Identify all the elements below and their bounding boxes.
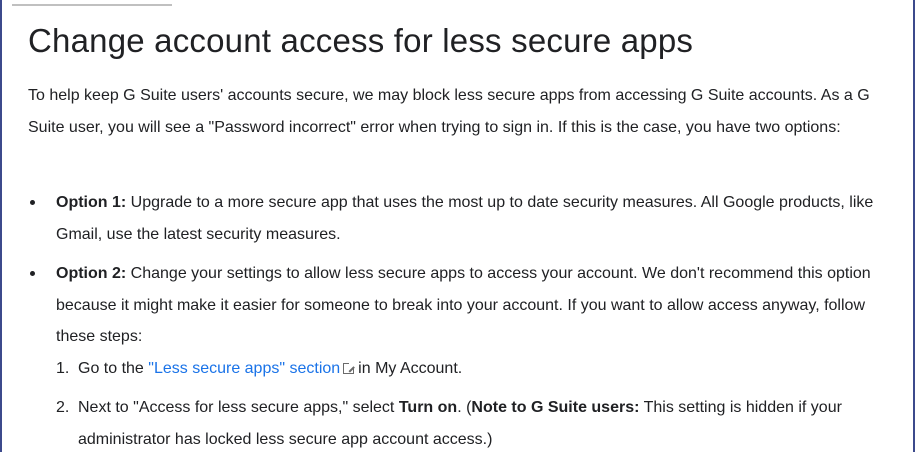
option-2-label: Option 2: xyxy=(56,265,127,282)
cut-off-text-fragment xyxy=(12,0,172,8)
intro-paragraph: To help keep G Suite users' accounts sec… xyxy=(28,87,870,136)
step-2-item: 2. Next to "Access for less secure apps,… xyxy=(56,392,903,455)
external-link-icon[interactable] xyxy=(343,361,356,374)
turn-on-label: Turn on xyxy=(398,399,458,416)
less-secure-apps-link[interactable]: "Less secure apps" section xyxy=(148,360,340,377)
step-2-text-before: Next to "Access for less secure apps," s… xyxy=(78,399,399,416)
page-title: Change account access for less secure ap… xyxy=(28,22,694,59)
step-1-text-before: Go to the xyxy=(78,359,149,377)
option-2-item: Option 2: Change your settings to allow … xyxy=(28,258,903,455)
step-number: 1. xyxy=(56,359,70,377)
option-2-text: Change your settings to allow less secur… xyxy=(56,265,871,345)
step-1-item: 1. Go to the "Less secure apps" section i… xyxy=(56,353,903,385)
steps-list: 1. Go to the "Less secure apps" section i… xyxy=(56,353,903,456)
step-1-text-after: in My Account. xyxy=(358,359,463,377)
options-list: Option 1: Upgrade to a more secure app t… xyxy=(28,187,903,463)
step-number: 2. xyxy=(56,399,70,416)
option-1-label: Option 1: xyxy=(56,194,127,211)
option-1-item: Option 1: Upgrade to a more secure app t… xyxy=(28,187,903,250)
bullet-icon xyxy=(30,271,35,276)
note-label: Note to G Suite users: xyxy=(471,399,640,416)
step-2-text-mid: . ( xyxy=(457,399,472,416)
option-1-text: Upgrade to a more secure app that uses t… xyxy=(56,194,874,243)
bullet-icon xyxy=(30,200,35,205)
